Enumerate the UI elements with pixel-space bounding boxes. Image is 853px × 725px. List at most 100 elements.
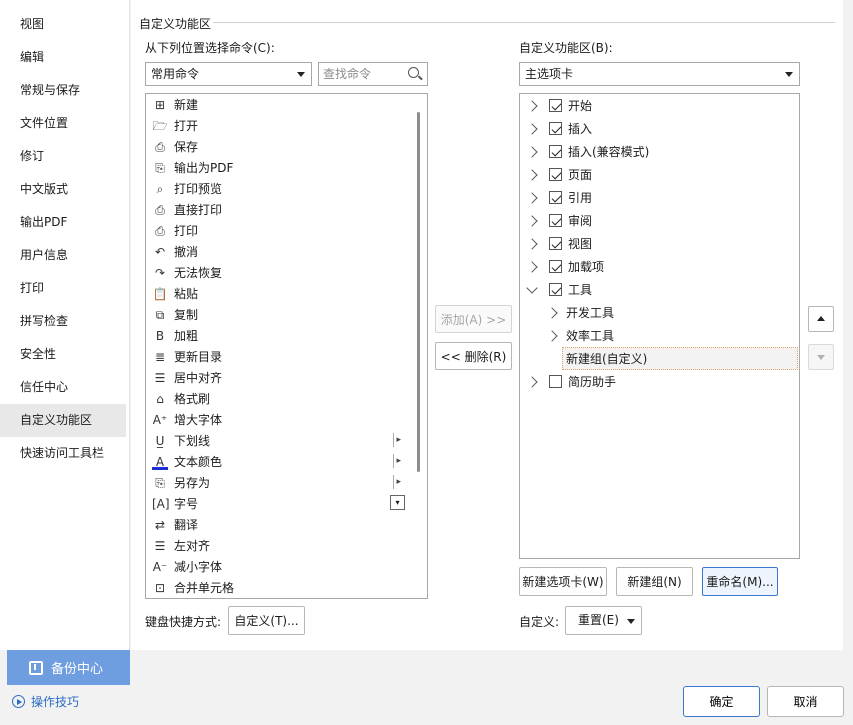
add-button[interactable]: 添加(A) >>	[435, 305, 512, 333]
command-item[interactable]: U̲ 下划线 ▸	[146, 430, 427, 451]
command-item[interactable]: ⎙ 打印	[146, 220, 427, 241]
command-icon: ⊞	[154, 97, 166, 112]
tips-link[interactable]: 操作技巧	[12, 693, 79, 710]
move-up-button[interactable]	[808, 306, 834, 332]
checkbox[interactable]	[549, 122, 562, 135]
command-icon: ⎘	[155, 160, 165, 175]
chevron-right-icon[interactable]	[526, 122, 538, 135]
command-item[interactable]: B 加粗	[146, 325, 427, 346]
command-item[interactable]: ⇄ 翻译	[146, 514, 427, 535]
command-item[interactable]: ⌂ 格式刷	[146, 388, 427, 409]
command-label: 保存	[174, 140, 199, 154]
chevron-right-icon[interactable]	[526, 237, 538, 250]
nav-item[interactable]: 常规与保存	[0, 74, 126, 107]
command-search[interactable]	[318, 62, 428, 86]
nav-item[interactable]: 打印	[0, 272, 126, 305]
chevron-down-icon[interactable]	[526, 281, 538, 296]
command-icon: A⁺	[152, 412, 168, 427]
nav-item[interactable]: 修订	[0, 140, 126, 173]
ribbon-tree-node[interactable]: 新建组(自定义)	[520, 347, 799, 370]
backup-center-button[interactable]: 备份中心	[7, 650, 130, 685]
nav-item[interactable]: 安全性	[0, 338, 126, 371]
checkbox[interactable]	[549, 375, 562, 388]
command-item[interactable]: ⊞ 新建	[146, 94, 427, 115]
chevron-right-icon[interactable]	[526, 214, 538, 227]
ribbon-tree-node[interactable]: 开发工具	[520, 301, 799, 324]
command-item[interactable]: 🗁 打开	[146, 115, 427, 136]
command-item[interactable]: A⁺ 增大字体	[146, 409, 427, 430]
ok-button[interactable]: 确定	[683, 686, 760, 717]
chevron-right-icon[interactable]	[526, 99, 538, 112]
new-tab-button[interactable]: 新建选项卡(W)	[519, 567, 607, 596]
chevron-right-icon[interactable]	[526, 260, 538, 273]
checkbox[interactable]	[549, 260, 562, 273]
chevron-right-icon[interactable]	[546, 306, 558, 319]
nav-item[interactable]: 编辑	[0, 41, 126, 74]
move-down-button[interactable]	[808, 344, 834, 370]
checkbox[interactable]	[549, 214, 562, 227]
chevron-right-icon[interactable]	[526, 145, 538, 158]
choose-commands-dropdown[interactable]: 常用命令	[145, 62, 312, 86]
nav-item[interactable]: 自定义功能区	[0, 404, 126, 437]
chevron-right-icon[interactable]	[526, 191, 538, 204]
chevron-right-icon[interactable]	[526, 168, 538, 181]
backup-icon	[29, 660, 43, 675]
ribbon-tabs-dropdown[interactable]: 主选项卡	[519, 62, 800, 86]
command-search-input[interactable]	[319, 63, 403, 85]
nav-item[interactable]: 文件位置	[0, 107, 126, 140]
submenu-arrow-icon: ▸	[393, 433, 401, 447]
chevron-right-icon[interactable]	[546, 329, 558, 342]
command-item[interactable]: ⌕ 打印预览	[146, 178, 427, 199]
chevron-right-icon[interactable]	[526, 375, 538, 388]
ribbon-tree-node[interactable]: 页面	[520, 163, 799, 186]
nav-item[interactable]: 用户信息	[0, 239, 126, 272]
ribbon-tree-node[interactable]: 开始	[520, 94, 799, 117]
chevron-right-icon[interactable]	[546, 353, 558, 365]
ribbon-tree-node[interactable]: 审阅	[520, 209, 799, 232]
ribbon-tree-node[interactable]: 视图	[520, 232, 799, 255]
command-item[interactable]: [A] 字号 ▾	[146, 493, 427, 514]
checkbox[interactable]	[549, 283, 562, 296]
command-item[interactable]: ≣ 更新目录	[146, 346, 427, 367]
rename-button[interactable]: 重命名(M)...	[702, 567, 778, 596]
checkbox[interactable]	[549, 191, 562, 204]
command-item[interactable]: A 文本颜色 ▸	[146, 451, 427, 472]
command-item[interactable]: ⊡ 合并单元格	[146, 577, 427, 598]
ribbon-tree-label: 页面	[568, 168, 593, 182]
command-item[interactable]: 📋 粘贴	[146, 283, 427, 304]
nav-item[interactable]: 中文版式	[0, 173, 126, 206]
nav-item[interactable]: 视图	[0, 8, 126, 41]
command-item[interactable]: ⧉ 复制	[146, 304, 427, 325]
ribbon-tree-node[interactable]: 插入(兼容模式)	[520, 140, 799, 163]
ribbon-tree-node[interactable]: 加载项	[520, 255, 799, 278]
command-item[interactable]: ↷ 无法恢复	[146, 262, 427, 283]
checkbox[interactable]	[549, 168, 562, 181]
ribbon-tree-node[interactable]: 简历助手	[520, 370, 799, 393]
nav-item[interactable]: 拼写检查	[0, 305, 126, 338]
command-item[interactable]: ☰ 居中对齐	[146, 367, 427, 388]
command-item[interactable]: A⁻ 减小字体	[146, 556, 427, 577]
command-list[interactable]: ⊞ 新建 🗁 打开 ⎙ 保存 ⎘ 输出为PDF ⌕ 打印预览 ⎙ 直接打印 ⎙ 打印 ↶ 撤消 ↷ 无法恢复 📋 粘贴…	[145, 93, 428, 599]
nav-item[interactable]: 输出PDF	[0, 206, 126, 239]
remove-button[interactable]: << 删除(R)	[435, 342, 512, 370]
checkbox[interactable]	[549, 237, 562, 250]
ribbon-tree-node[interactable]: 插入	[520, 117, 799, 140]
command-item[interactable]: ⎙ 直接打印	[146, 199, 427, 220]
command-item[interactable]: ☰ 左对齐	[146, 535, 427, 556]
command-item[interactable]: ⎙ 保存	[146, 136, 427, 157]
ribbon-tree-node[interactable]: 引用	[520, 186, 799, 209]
nav-item[interactable]: 信任中心	[0, 371, 126, 404]
ribbon-tree-node[interactable]: 效率工具	[520, 324, 799, 347]
nav-item[interactable]: 快速访问工具栏	[0, 437, 126, 470]
command-item[interactable]: ↶ 撤消	[146, 241, 427, 262]
new-group-button[interactable]: 新建组(N)	[616, 567, 693, 596]
ribbon-tree-node[interactable]: 工具	[520, 278, 799, 301]
ribbon-tree[interactable]: 开始 插入 插入(兼容模式) 页面引用 审阅 视图 加载项 工具 开发工具 效率工具 新建组(自定义…	[519, 93, 800, 559]
command-item[interactable]: ⎘ 输出为PDF	[146, 157, 427, 178]
command-item[interactable]: ⎘ 另存为 ▸	[146, 472, 427, 493]
checkbox[interactable]	[549, 99, 562, 112]
keyboard-customize-button[interactable]: 自定义(T)...	[228, 606, 305, 635]
cancel-button[interactable]: 取消	[767, 686, 844, 717]
reset-dropdown-button[interactable]: 重置(E)	[565, 606, 642, 635]
checkbox[interactable]	[549, 145, 562, 158]
